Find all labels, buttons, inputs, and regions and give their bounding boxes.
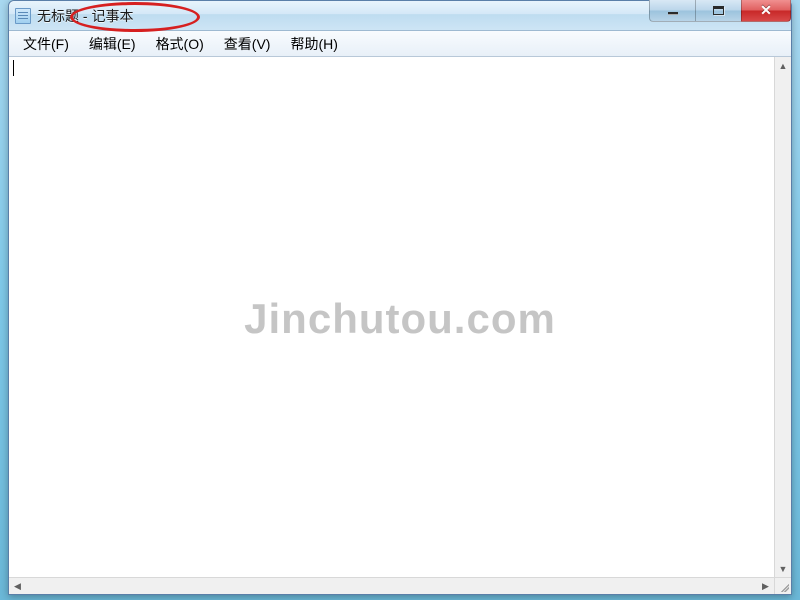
- scroll-track-v[interactable]: [775, 74, 791, 560]
- maximize-button[interactable]: [695, 0, 741, 22]
- vertical-scrollbar[interactable]: ▲ ▼: [774, 57, 791, 577]
- menu-view[interactable]: 查看(V): [214, 31, 281, 57]
- menu-bar: 文件(F) 编辑(E) 格式(O) 查看(V) 帮助(H): [9, 31, 791, 57]
- notepad-icon: [15, 8, 31, 24]
- scroll-down-icon[interactable]: ▼: [775, 560, 791, 577]
- minimize-button[interactable]: [649, 0, 695, 22]
- scroll-up-icon[interactable]: ▲: [775, 57, 791, 74]
- menu-help[interactable]: 帮助(H): [280, 31, 347, 57]
- title-bar[interactable]: 无标题 - 记事本 ✕: [9, 1, 791, 31]
- minimize-icon: [668, 12, 678, 15]
- menu-file[interactable]: 文件(F): [13, 31, 79, 57]
- horizontal-scrollbar[interactable]: ◀ ▶: [9, 577, 774, 594]
- editor-area: ▲ ▼: [9, 57, 791, 577]
- close-button[interactable]: ✕: [741, 0, 791, 22]
- window-title: 无标题 - 记事本: [37, 6, 133, 26]
- notepad-window: 无标题 - 记事本 ✕ 文件(F) 编辑(E) 格式(O) 查看(V) 帮助(H…: [8, 0, 792, 595]
- scroll-left-icon[interactable]: ◀: [9, 578, 26, 594]
- scroll-track-h[interactable]: [26, 578, 757, 594]
- maximize-icon: [713, 6, 724, 15]
- window-controls: ✕: [649, 0, 791, 22]
- resize-grip[interactable]: [774, 577, 791, 594]
- menu-edit[interactable]: 编辑(E): [79, 31, 146, 57]
- close-icon: ✕: [760, 2, 772, 19]
- text-editor[interactable]: [9, 57, 774, 577]
- scroll-right-icon[interactable]: ▶: [757, 578, 774, 594]
- text-cursor: [13, 60, 14, 76]
- bottom-scroll-row: ◀ ▶: [9, 577, 791, 594]
- menu-format[interactable]: 格式(O): [146, 31, 214, 57]
